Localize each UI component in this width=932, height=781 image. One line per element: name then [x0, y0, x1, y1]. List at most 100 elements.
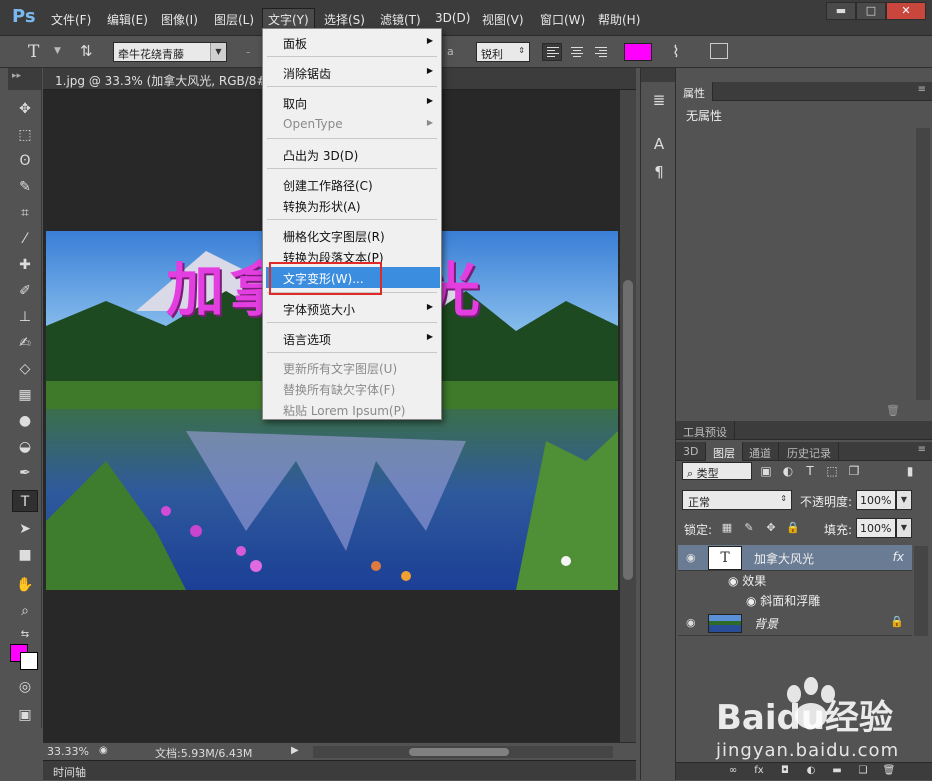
eye-icon[interactable]: ◉ [728, 574, 742, 588]
filter-pixel-icon[interactable]: ▣ [758, 463, 774, 479]
chevron-down-icon[interactable]: ▼ [54, 46, 61, 56]
menu-window[interactable]: 窗口(W) [535, 10, 590, 29]
layer-effects-row[interactable]: ◉ 效果 [728, 572, 766, 592]
paragraph-icon[interactable]: ¶ [649, 162, 669, 182]
text-color-swatch[interactable] [624, 43, 652, 61]
menu-item-convert-to-shape[interactable]: 转换为形状(A) [263, 195, 441, 216]
character-icon[interactable]: A [649, 134, 669, 154]
menu-view[interactable]: 视图(V) [477, 10, 529, 29]
layer-name[interactable]: 加拿大风光 [754, 550, 814, 567]
align-right-button[interactable] [590, 43, 610, 61]
zoom-level[interactable]: 33.33% [47, 745, 89, 758]
eyedropper-tool-icon[interactable]: ⁄ [12, 228, 38, 250]
path-select-tool-icon[interactable]: ➤ [12, 518, 38, 540]
timeline-panel-tab[interactable]: 时间轴 [43, 760, 636, 780]
layer-effect-item[interactable]: ◉ 斜面和浮雕 [746, 592, 820, 612]
type-tool-icon[interactable]: T [12, 490, 38, 512]
font-family-select[interactable]: 牵牛花绕青藤 ▼ [113, 42, 227, 62]
quick-select-tool-icon[interactable]: ✎ [12, 176, 38, 198]
minimize-button[interactable]: ▬ [826, 2, 856, 20]
chevron-down-icon[interactable]: ▼ [896, 490, 912, 510]
toggle-orientation-icon[interactable]: ⇅ [80, 42, 93, 60]
fill-input[interactable]: 100% [856, 518, 896, 538]
tab-3d[interactable]: 3D [676, 442, 707, 461]
hand-tool-icon[interactable]: ✋ [12, 574, 38, 596]
eye-icon[interactable]: ◉ [686, 616, 698, 629]
fx-icon[interactable]: fx [893, 550, 904, 564]
marquee-tool-icon[interactable]: ⬚ [12, 124, 38, 146]
filter-shape-icon[interactable]: ⬚ [824, 463, 840, 479]
history-brush-tool-icon[interactable]: ✍ [12, 332, 38, 354]
character-panel-icon[interactable] [710, 43, 728, 59]
lock-image-icon[interactable]: ✎ [742, 521, 756, 535]
menu-item-language-options[interactable]: 语言选项 ▶ [263, 328, 441, 349]
opacity-input[interactable]: 100% [856, 490, 896, 510]
close-button[interactable]: ✕ [886, 2, 926, 20]
antialias-select[interactable]: 锐利 ⇕ [476, 42, 530, 62]
properties-scrollbar[interactable] [916, 128, 930, 400]
layer-filter-select[interactable]: ⌕ 类型 [682, 462, 752, 480]
pen-tool-icon[interactable]: ✒ [12, 462, 38, 484]
tab-layers[interactable]: 图层 [706, 442, 743, 461]
play-icon[interactable]: ▶ [291, 745, 299, 756]
blur-tool-icon[interactable]: ● [12, 410, 38, 432]
eye-icon[interactable]: ◉ [746, 594, 760, 608]
healing-brush-tool-icon[interactable]: ✚ [12, 254, 38, 276]
menu-item-font-preview-size[interactable]: 字体预览大小 ▶ [263, 298, 441, 319]
lasso-tool-icon[interactable]: ʘ [12, 150, 38, 172]
layer-name[interactable]: 背景 [754, 615, 778, 632]
eraser-tool-icon[interactable]: ◇ [12, 358, 38, 380]
warp-text-icon[interactable]: ⌇ [672, 42, 680, 61]
lock-transparent-icon[interactable]: ▦ [720, 521, 734, 535]
toolbox-header[interactable]: ▸▸ [8, 68, 41, 90]
gradient-tool-icon[interactable]: ▦ [12, 384, 38, 406]
panel-menu-icon[interactable]: ≡ [918, 84, 926, 95]
move-tool-icon[interactable]: ✥ [12, 98, 38, 120]
menu-item-rasterize-type[interactable]: 栅格化文字图层(R) [263, 225, 441, 246]
layers-scrollbar[interactable] [914, 546, 928, 636]
tab-tool-presets[interactable]: 工具预设 [676, 421, 735, 440]
vertical-scrollbar[interactable] [620, 90, 636, 742]
dodge-tool-icon[interactable]: ◒ [12, 436, 38, 458]
dock-header[interactable] [641, 68, 675, 82]
share-icon[interactable]: ◉ [99, 745, 108, 756]
filter-type-icon[interactable]: T [802, 463, 818, 479]
horizontal-scrollbar[interactable] [313, 746, 613, 758]
horizontal-scroll-thumb[interactable] [409, 748, 509, 756]
menu-filter[interactable]: 滤镜(T) [375, 10, 426, 29]
blend-mode-select[interactable]: 正常 ⇕ [682, 490, 792, 510]
background-color-swatch[interactable] [20, 652, 38, 670]
menu-layer[interactable]: 图层(L) [209, 10, 259, 29]
menu-3d[interactable]: 3D(D) [430, 10, 475, 26]
tab-history[interactable]: 历史记录 [780, 442, 839, 461]
filter-smart-object-icon[interactable]: ❐ [846, 463, 862, 479]
panel-menu-icon[interactable]: ≡ [918, 444, 926, 455]
brush-tool-icon[interactable]: ✐ [12, 280, 38, 302]
lock-all-icon[interactable]: 🔒 [786, 521, 800, 535]
menu-select[interactable]: 选择(S) [319, 10, 370, 29]
tab-properties[interactable]: 属性 [676, 82, 713, 101]
swap-colors-icon[interactable]: ⇆ [12, 624, 38, 646]
clone-stamp-tool-icon[interactable]: ⊥ [12, 306, 38, 328]
font-style-placeholder[interactable]: - [246, 45, 250, 59]
type-tool-preset-icon[interactable]: T [28, 42, 39, 62]
menu-image[interactable]: 图像(I) [156, 10, 203, 29]
eye-icon[interactable]: ◉ [686, 551, 698, 564]
tab-channels[interactable]: 通道 [742, 442, 779, 461]
align-left-button[interactable] [542, 43, 562, 61]
lock-position-icon[interactable]: ✥ [764, 521, 778, 535]
layer-row-background[interactable]: ◉ 背景 🔒 [678, 610, 912, 636]
screen-mode-icon[interactable]: ▣ [12, 704, 38, 726]
menu-item-extrude-3d[interactable]: 凸出为 3D(D) [263, 144, 441, 165]
align-center-button[interactable] [566, 43, 586, 61]
menu-item-orientation[interactable]: 取向 ▶ [263, 92, 441, 113]
vertical-scroll-thumb[interactable] [623, 280, 633, 580]
layer-row-text[interactable]: ◉ T 加拿大风光 fx [678, 545, 912, 571]
filter-toggle-icon[interactable]: ▮ [902, 463, 918, 479]
paragraph-styles-icon[interactable]: ≣ [649, 90, 669, 110]
maximize-button[interactable]: □ [856, 2, 886, 20]
menu-edit[interactable]: 编辑(E) [102, 10, 153, 29]
crop-tool-icon[interactable]: ⌗ [12, 202, 38, 224]
rectangle-tool-icon[interactable]: ■ [12, 544, 38, 566]
menu-item-antialias[interactable]: 消除锯齿 ▶ [263, 62, 441, 83]
